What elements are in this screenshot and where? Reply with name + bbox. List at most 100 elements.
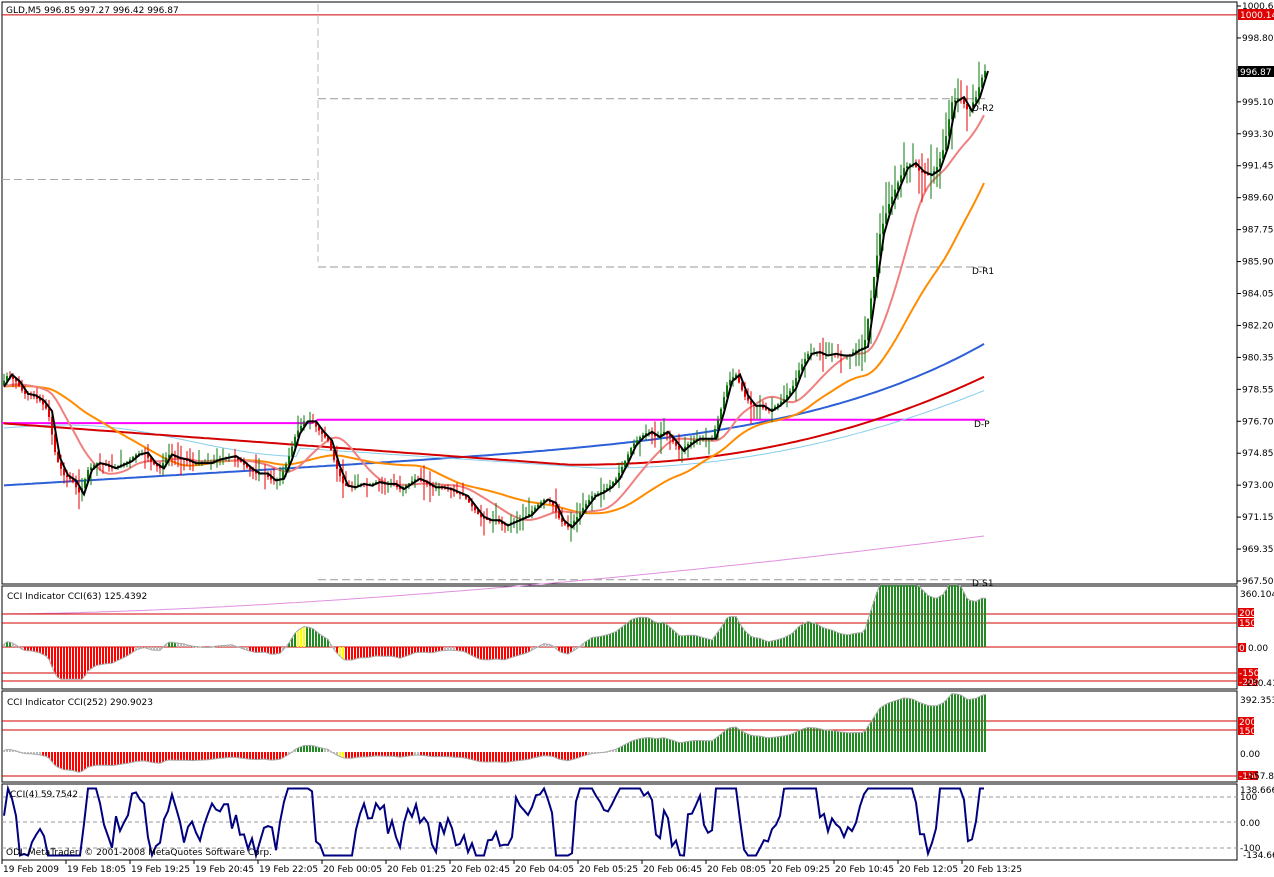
cci-histogram-bar (384, 647, 386, 657)
cci4-axis-zero: 0.00 (1240, 819, 1260, 829)
cci-histogram-bar (621, 626, 623, 647)
cci-histogram-bar (450, 752, 452, 757)
cci-histogram-bar (381, 647, 383, 657)
cci-histogram-bar (132, 752, 134, 763)
cci-histogram-bar (504, 647, 506, 660)
cci-histogram-bar (960, 586, 962, 647)
cci-histogram-bar (981, 598, 983, 647)
cci-histogram-bar (531, 752, 533, 759)
cci-histogram-bar (648, 618, 650, 647)
cci-histogram-bar (438, 647, 440, 652)
cci-histogram-bar (960, 695, 962, 752)
cci-histogram-bar (363, 647, 365, 658)
trading-chart[interactable]: 1000.65998.80996.95995.10993.30991.45989… (0, 0, 1274, 877)
cci-histogram-bar (888, 584, 890, 647)
cci-histogram-bar (57, 647, 59, 678)
cci-histogram-bar (84, 752, 86, 770)
cci-histogram-bar (456, 752, 458, 758)
cci-histogram-bar (378, 752, 380, 756)
cci-histogram-bar (600, 636, 602, 647)
cci-histogram-bar (495, 647, 497, 659)
cci-histogram-bar (405, 752, 407, 757)
cci-histogram-bar (777, 639, 779, 647)
cci63-title: CCI Indicator CCI(63) 125.4392 (7, 592, 147, 602)
cci-histogram-bar (402, 647, 404, 658)
cci-histogram-bar (972, 698, 974, 752)
cci-histogram-bar (507, 752, 509, 762)
cci-histogram-bar (297, 630, 299, 647)
cci-histogram-bar (261, 647, 263, 653)
cci-histogram-bar (39, 647, 41, 653)
cci-histogram-bar (786, 735, 788, 752)
cci-histogram-bar (558, 752, 560, 760)
cci-histogram-bar (174, 642, 176, 647)
cci-histogram-bar (834, 731, 836, 752)
cci-histogram-bar (687, 635, 689, 647)
cci-histogram-bar (969, 699, 971, 752)
cci-histogram-bar (420, 647, 422, 653)
cci-histogram-bar (375, 647, 377, 656)
time-tick-label: 20 Feb 02:45 (451, 865, 510, 875)
cci-histogram-bar (417, 647, 419, 653)
pivot-label-s1: D-S1 (972, 579, 994, 589)
cci-histogram-bar (591, 637, 593, 647)
time-tick-label: 20 Feb 12:05 (899, 865, 958, 875)
cci-histogram-bar (135, 752, 137, 762)
pivot-label-p: D-P (974, 420, 990, 430)
cci-histogram-bar (408, 647, 410, 656)
cci-histogram-bar (279, 752, 281, 760)
cci-histogram-bar (873, 717, 875, 752)
cci252-panel[interactable] (1, 690, 1238, 783)
cci-histogram-bar (753, 637, 755, 647)
time-tick-label: 20 Feb 10:45 (835, 865, 894, 875)
cci-histogram-bar (564, 752, 566, 761)
cci-histogram-bar (870, 721, 872, 752)
cci-histogram-bar (489, 752, 491, 762)
cci-histogram-bar (519, 752, 521, 761)
cci-histogram-bar (726, 618, 728, 647)
cci-histogram-bar (228, 752, 230, 758)
cci-histogram-bar (141, 752, 143, 761)
cci-histogram-bar (903, 584, 905, 647)
cci-histogram-bar (864, 731, 866, 752)
cci-histogram-bar (483, 647, 485, 660)
cci-histogram-bar (657, 622, 659, 647)
cci-histogram-bar (885, 584, 887, 647)
cci-histogram-bar (459, 647, 461, 651)
cci-histogram-bar (771, 737, 773, 752)
cci-histogram-bar (624, 744, 626, 752)
cci-histogram-bar (219, 752, 221, 759)
cci-histogram-bar (744, 732, 746, 752)
cci-histogram-bar (861, 732, 863, 752)
cci-histogram-bar (60, 752, 62, 769)
cci-histogram-bar (855, 633, 857, 647)
cci-histogram-bar (948, 697, 950, 752)
cci-histogram-bar (654, 622, 656, 647)
cci-histogram-bar (525, 647, 527, 654)
cci-histogram-bar (657, 738, 659, 752)
cci252-axis-zero: 0.00 (1240, 750, 1260, 760)
cci-histogram-bar (843, 634, 845, 647)
cci-histogram-bar (639, 617, 641, 647)
cci-histogram-bar (852, 732, 854, 752)
cci-histogram-bar (699, 636, 701, 647)
cci-histogram-bar (315, 631, 317, 647)
cci-histogram-bar (603, 635, 605, 647)
cci-histogram-bar (741, 731, 743, 752)
cci-histogram-bar (651, 620, 653, 647)
cci-histogram-bar (162, 752, 164, 762)
cci-histogram-bar (264, 752, 266, 760)
cci-histogram-bar (549, 752, 551, 757)
cci-histogram-bar (933, 705, 935, 752)
cci-histogram-bar (459, 752, 461, 758)
cci-histogram-bar (762, 639, 764, 647)
price-tick-label: 974.85 (1242, 449, 1274, 459)
cci-histogram-bar (720, 734, 722, 752)
cci-histogram-bar (114, 752, 116, 766)
cci-histogram-bar (276, 752, 278, 760)
cci-histogram-bar (234, 752, 236, 758)
cci-histogram-bar (381, 752, 383, 757)
cci-histogram-bar (405, 647, 407, 657)
cci-histogram-bar (126, 647, 128, 656)
cci-histogram-bar (513, 752, 515, 762)
